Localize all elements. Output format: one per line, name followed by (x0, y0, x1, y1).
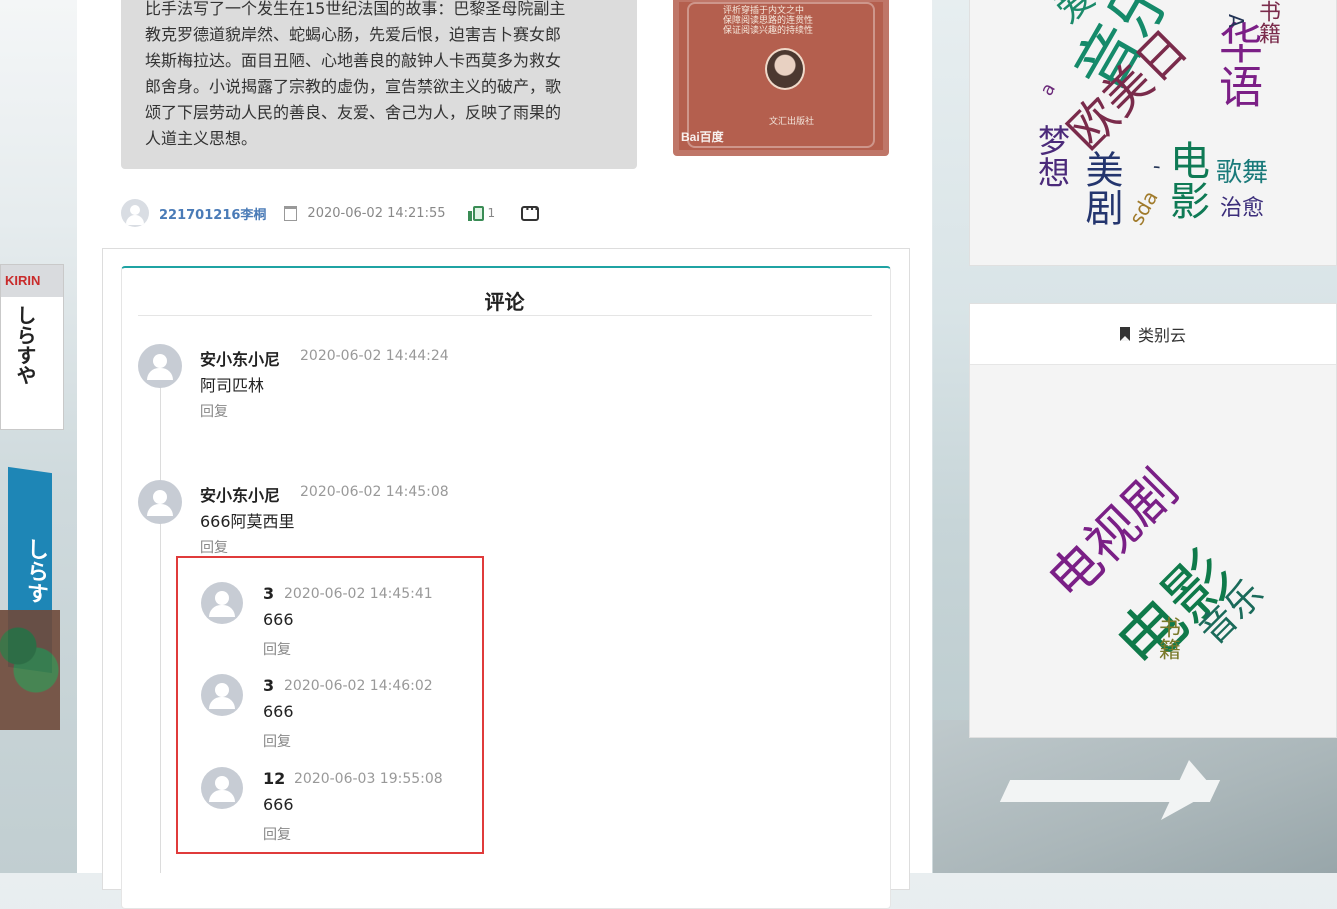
commenter-avatar[interactable] (138, 480, 182, 524)
tag-word[interactable]: 华语 (1211, 20, 1262, 108)
kirin-sign-vertical-text: しらすや (13, 305, 37, 385)
plant (0, 610, 60, 730)
bookmark-icon (1119, 327, 1130, 341)
replier-name[interactable]: 12 (263, 769, 285, 788)
comment-text: 666阿莫西里 (200, 512, 295, 531)
summary-line-2: 教克罗德道貌岸然、蛇蝎心肠，先爱后恨，迫害吉卜赛女郎 (145, 25, 562, 44)
post-meta: 221701216李桐 2020-06-02 14:21:55 1 (121, 198, 540, 228)
tag-word[interactable]: a (1036, 79, 1060, 99)
tag-word[interactable]: 美剧 (1079, 150, 1123, 226)
commenter-name[interactable]: 安小东小尼 (200, 346, 280, 370)
comment-title: 评论 (484, 290, 525, 314)
thread-line (160, 380, 161, 873)
reply-time: 2020-06-02 14:46:02 (284, 678, 433, 694)
reply-link[interactable]: 回复 (200, 401, 228, 421)
comment-item: 安小东小尼 2020-06-02 14:44:24 阿司匹林 回复 (138, 344, 638, 424)
calendar-icon (284, 205, 298, 221)
cover-line-2: 保障阅读思路的连贯性 (723, 16, 814, 26)
summary-line-4: 郎舍身。小说揭露了宗教的虚伪，宣告禁欲主义的破产，歌 (145, 77, 562, 96)
cover-publisher: 文汇出版社 (769, 117, 815, 127)
reply-link[interactable]: 回复 (263, 639, 291, 659)
author-link[interactable]: 221701216李桐 (159, 204, 266, 223)
reply-item: 3 2020-06-02 14:45:41 666 回复 (201, 582, 461, 662)
replier-avatar[interactable] (201, 674, 243, 716)
replier-name[interactable]: 3 (263, 584, 274, 603)
main-content: 比手法写了一个发生在15世纪法国的故事：巴黎圣母院副主 教克罗德道貌岸然、蛇蝎心… (77, 0, 932, 909)
background-street-left: KIRIN しらすや しらす (0, 0, 78, 873)
comment-time: 2020-06-02 14:44:24 (300, 348, 449, 364)
author-avatar[interactable] (121, 199, 149, 227)
post-date: 2020-06-02 14:21:55 (307, 205, 446, 221)
category-cloud-header: 类别云 (970, 304, 1336, 365)
comment-divider (138, 315, 872, 316)
book-cover[interactable]: 评析穿插于内文之中 保障阅读思路的连贯性 保证阅读兴趣的持续性 文汇出版社 Ba… (673, 0, 889, 156)
baidu-watermark: Bai百度 (681, 130, 724, 144)
thumbs-up-icon[interactable] (467, 205, 484, 221)
kirin-sign: KIRIN しらすや (0, 264, 64, 430)
reply-link[interactable]: 回复 (200, 537, 228, 557)
tag-word[interactable]: sda (1124, 186, 1162, 229)
cover-portrait (765, 48, 805, 90)
summary-line-6: 人道主义思想。 (145, 129, 258, 148)
reply-text: 666 (263, 795, 294, 814)
tag-word[interactable]: A (1224, 14, 1248, 28)
reply-text: 666 (263, 702, 294, 721)
comment-item: 安小东小尼 2020-06-02 14:45:08 666阿莫西里 回复 (138, 480, 638, 560)
cover-line-1: 评析穿插于内文之中 (723, 6, 805, 16)
tag-word[interactable]: 电影 (1163, 140, 1209, 220)
reply-item: 12 2020-06-03 19:55:08 666 回复 (201, 767, 461, 847)
commenter-avatar[interactable] (138, 344, 182, 388)
replier-avatar[interactable] (201, 767, 243, 809)
tag-word[interactable]: 治愈 (1220, 198, 1264, 220)
book-summary: 比手法写了一个发生在15世纪法国的故事：巴黎圣母院副主 教克罗德道貌岸然、蛇蝎心… (121, 0, 637, 169)
tag-cloud-card: 音乐 欧美日 华语 电影 美剧 梦想 歌舞 治愈 sda 书籍 A a 、 爱 (969, 0, 1337, 266)
comment-time: 2020-06-02 14:45:08 (300, 484, 449, 500)
reply-text: 666 (263, 610, 294, 629)
tag-word[interactable]: 书籍 (1255, 0, 1280, 44)
reply-link[interactable]: 回复 (263, 824, 291, 844)
category-cloud-card: 类别云 电视剧 电影 音乐 书籍 (969, 303, 1337, 738)
like-count: 1 (487, 206, 496, 220)
cover-line-3: 保证阅读兴趣的持续性 (723, 26, 814, 36)
reply-item: 3 2020-06-02 14:46:02 666 回复 (201, 674, 461, 754)
kirin-sign-top: KIRIN (1, 265, 63, 297)
tag-word[interactable]: 梦想 (1033, 124, 1071, 188)
summary-line-5: 颂了下层劳动人民的善良、友爱、舍己为人，反映了雨果的 (145, 103, 562, 122)
summary-line-3: 埃斯梅拉达。面目丑陋、心地善良的敲钟人卡西莫多为救女 (145, 51, 562, 70)
reply-link[interactable]: 回复 (263, 731, 291, 751)
cover-text: 评析穿插于内文之中 保障阅读思路的连贯性 保证阅读兴趣的持续性 (723, 6, 839, 36)
category-word[interactable]: 书籍 (1155, 616, 1180, 660)
category-cloud-title: 类别云 (1137, 326, 1186, 345)
replier-avatar[interactable] (201, 582, 243, 624)
replier-name[interactable]: 3 (263, 676, 274, 695)
comment-text: 阿司匹林 (200, 376, 265, 395)
summary-line-1: 比手法写了一个发生在15世纪法国的故事：巴黎圣母院副主 (145, 0, 566, 18)
commenter-name[interactable]: 安小东小尼 (200, 482, 280, 506)
reply-time: 2020-06-02 14:45:41 (284, 586, 433, 602)
tag-word[interactable]: 歌舞 (1216, 160, 1268, 186)
reply-time: 2020-06-03 19:55:08 (294, 771, 443, 787)
comment-icon[interactable] (521, 202, 540, 221)
